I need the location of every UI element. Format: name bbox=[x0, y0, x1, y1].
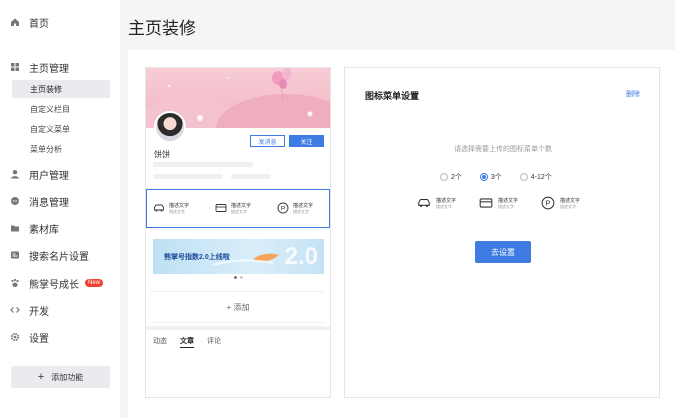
sidebar-item-growth[interactable]: 熊掌号成长 New bbox=[10, 274, 104, 292]
car-icon bbox=[154, 204, 164, 212]
menu-item-subtitle: 描述文字 bbox=[498, 203, 514, 209]
radio-label: 3个 bbox=[490, 174, 502, 181]
menu-item-preview: 描述文字 描述文字 bbox=[417, 196, 456, 210]
menu-item-title: 描述文字 bbox=[293, 202, 314, 209]
radio-circle bbox=[519, 173, 528, 181]
homepage-preview: 饼饼 发消息 关注 描述文字 描述文字 描述文字 描述文字 P 描述文字 描述文… bbox=[145, 67, 331, 398]
paw-icon bbox=[10, 278, 20, 288]
icon-menu-settings-panel: 图标菜单设置 删除 请选择需要上传的图标菜单个数 2个 3个 4-12个 描述文… bbox=[344, 67, 660, 398]
parking-icon: P bbox=[277, 202, 289, 214]
profile-name: 饼饼 bbox=[154, 150, 170, 159]
card-icon bbox=[10, 250, 20, 260]
menu-item[interactable]: P 描述文字 描述文字 bbox=[277, 202, 313, 214]
svg-text:P: P bbox=[545, 199, 550, 208]
sidebar-subitem-menu-analysis[interactable]: 菜单分析 bbox=[12, 140, 110, 158]
user-icon bbox=[10, 169, 20, 179]
radio-circle bbox=[440, 173, 448, 181]
sidebar-item-label: 设置 bbox=[29, 333, 49, 345]
plus-icon: + bbox=[37, 371, 45, 383]
tab-comments[interactable]: 评论 bbox=[207, 336, 221, 348]
tab-articles[interactable]: 文章 bbox=[180, 336, 194, 348]
menu-item-title: 描述文字 bbox=[436, 197, 457, 204]
message-icon bbox=[10, 196, 20, 206]
panel-title: 图标菜单设置 bbox=[365, 91, 420, 101]
divider bbox=[146, 326, 330, 330]
skeleton-line bbox=[153, 174, 223, 179]
parking-icon: P bbox=[541, 196, 555, 210]
sidebar-item-home[interactable]: 首页 bbox=[10, 13, 49, 31]
follow-button[interactable]: 关注 bbox=[289, 135, 324, 147]
sidebar-item-label: 主页管理 bbox=[29, 63, 69, 75]
promo-big-text: 2.0 bbox=[284, 243, 318, 270]
skeleton-line bbox=[153, 162, 253, 167]
send-message-button[interactable]: 发消息 bbox=[250, 135, 285, 147]
sidebar-item-material[interactable]: 素材库 bbox=[10, 219, 59, 237]
carousel-dot[interactable] bbox=[234, 276, 237, 279]
add-function-button[interactable]: + 添加功能 bbox=[11, 366, 110, 388]
radio-circle-selected bbox=[479, 173, 488, 181]
promo-banner[interactable]: 熊掌号指数2.0上线啦 2.0 bbox=[153, 239, 324, 274]
sidebar-item-messages[interactable]: 消息管理 bbox=[10, 192, 69, 210]
sidebar: 首页 主页管理 主页装修 自定义栏目 自定义菜单 菜单分析 用户管理 消息管理 … bbox=[0, 0, 120, 418]
avatar[interactable] bbox=[154, 111, 186, 143]
menu-item-title: 描述文字 bbox=[231, 202, 252, 209]
radio-2[interactable]: 2个 bbox=[440, 172, 462, 182]
svg-text:P: P bbox=[281, 205, 285, 212]
grid-icon bbox=[10, 62, 20, 72]
menu-item[interactable]: 描述文字 描述文字 bbox=[153, 202, 189, 214]
menu-count-radio-group: 2个 3个 4-12个 bbox=[440, 172, 570, 182]
menu-item-subtitle: 描述文字 bbox=[231, 208, 247, 214]
menu-item-subtitle: 描述文字 bbox=[293, 208, 309, 214]
sidebar-item-develop[interactable]: 开发 bbox=[10, 301, 49, 319]
menu-item-preview: P 描述文字 描述文字 bbox=[541, 196, 580, 210]
code-icon bbox=[10, 305, 20, 315]
add-function-label: 添加功能 bbox=[51, 372, 84, 382]
menu-item-title: 描述文字 bbox=[560, 197, 581, 204]
sidebar-subitem-custom-column[interactable]: 自定义栏目 bbox=[12, 100, 110, 118]
go-setup-button[interactable]: 去设置 bbox=[475, 241, 531, 263]
home-icon bbox=[10, 17, 20, 27]
radio-4-12[interactable]: 4-12个 bbox=[519, 172, 552, 182]
card-icon bbox=[479, 198, 493, 208]
car-icon bbox=[418, 198, 430, 208]
carousel-dot[interactable] bbox=[240, 276, 243, 279]
sidebar-item-users[interactable]: 用户管理 bbox=[10, 165, 69, 183]
menu-item-title: 描述文字 bbox=[498, 197, 519, 204]
page-title: 主页装修 bbox=[128, 19, 196, 38]
hint-text: 请选择需要上传的图标菜单个数 bbox=[454, 146, 552, 153]
gear-icon bbox=[10, 332, 20, 342]
menu-item-title: 描述文字 bbox=[169, 202, 190, 209]
tab-dynamic[interactable]: 动态 bbox=[153, 336, 167, 348]
sidebar-item-label: 开发 bbox=[29, 306, 49, 318]
carousel-dots bbox=[234, 276, 243, 279]
promo-text: 熊掌号指数2.0上线啦 bbox=[164, 254, 230, 261]
radio-label: 4-12个 bbox=[530, 174, 552, 181]
new-badge: New bbox=[85, 279, 104, 287]
sidebar-item-label: 用户管理 bbox=[29, 170, 69, 182]
delete-link[interactable]: 删除 bbox=[626, 89, 640, 99]
menu-item-subtitle: 描述文字 bbox=[169, 208, 185, 214]
menu-item[interactable]: 描述文字 描述文字 bbox=[215, 202, 251, 214]
sidebar-item-search-card[interactable]: 搜索名片设置 bbox=[10, 246, 89, 264]
sidebar-item-settings[interactable]: 设置 bbox=[10, 328, 49, 346]
add-module-button[interactable]: + 添加 bbox=[151, 291, 325, 323]
sidebar-item-label: 首页 bbox=[29, 18, 49, 30]
radio-3[interactable]: 3个 bbox=[479, 172, 502, 182]
sidebar-subitem-home-decoration[interactable]: 主页装修 bbox=[12, 80, 110, 98]
menu-item-subtitle: 描述文字 bbox=[560, 203, 576, 209]
menu-item-preview: 描述文字 描述文字 bbox=[479, 196, 518, 210]
icon-menu-preview[interactable]: 描述文字 描述文字 描述文字 描述文字 P 描述文字 描述文字 bbox=[146, 189, 330, 228]
sidebar-item-label: 搜索名片设置 bbox=[29, 251, 89, 263]
menu-item-subtitle: 描述文字 bbox=[436, 203, 452, 209]
sidebar-item-label: 熊掌号成长 bbox=[29, 279, 79, 291]
folder-icon bbox=[10, 223, 20, 233]
sidebar-item-label: 消息管理 bbox=[29, 197, 69, 209]
skeleton-line bbox=[231, 174, 271, 179]
sidebar-item-label: 素材库 bbox=[29, 224, 59, 236]
sidebar-item-homepage-manage[interactable]: 主页管理 bbox=[10, 58, 69, 76]
sidebar-subitem-custom-menu[interactable]: 自定义菜单 bbox=[12, 120, 110, 138]
card-icon bbox=[215, 204, 227, 212]
radio-label: 2个 bbox=[451, 174, 462, 181]
content-tabs: 动态 文章 评论 bbox=[153, 336, 221, 348]
